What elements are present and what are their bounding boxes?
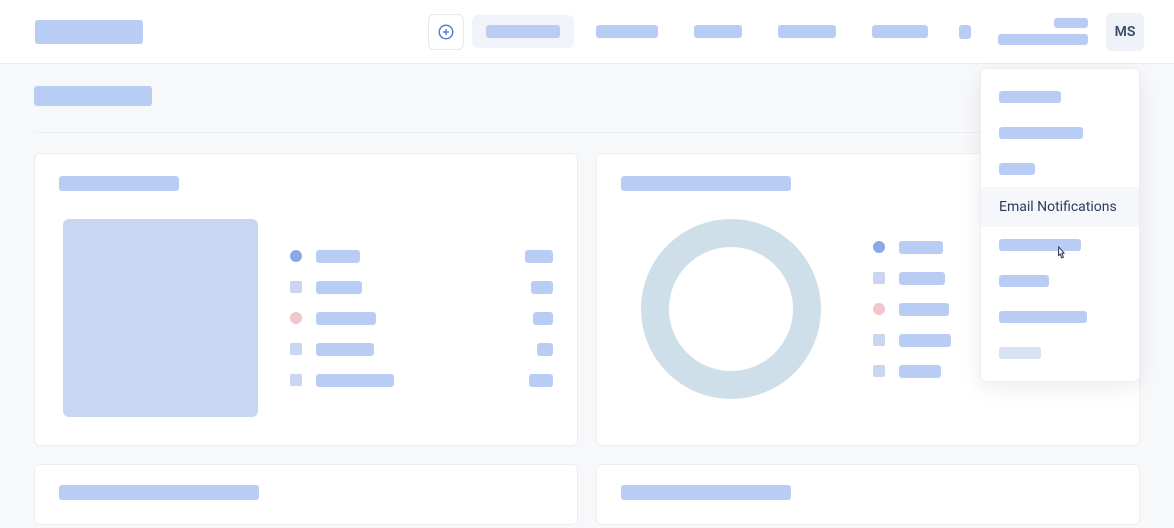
legend-marker [873, 334, 885, 346]
divider [34, 132, 1140, 133]
menu-item-label [999, 311, 1087, 323]
top-bar: MS [0, 0, 1174, 64]
legend-value [529, 374, 553, 387]
avatar-initials: MS [1115, 24, 1136, 40]
menu-item-label: Email Notifications [999, 199, 1117, 215]
nav-item-label [486, 25, 560, 38]
bell-icon [959, 25, 971, 39]
user-info[interactable] [998, 18, 1088, 45]
menu-item-label [999, 91, 1061, 103]
user-menu-dropdown: Email Notifications [980, 68, 1140, 382]
legend-marker [873, 241, 885, 253]
nav-item-label [778, 25, 836, 38]
nav-item-2[interactable] [680, 15, 756, 48]
nav-items: MS [428, 13, 1144, 51]
legend-marker [290, 312, 302, 324]
legend-label [899, 272, 945, 285]
chart-placeholder [63, 219, 258, 417]
legend-marker [873, 272, 885, 284]
user-menu-item-7[interactable] [981, 335, 1139, 371]
legend-value [525, 250, 553, 263]
chart-legend [290, 250, 553, 387]
legend-label [899, 241, 943, 254]
legend-row [290, 343, 553, 356]
plus-icon [437, 23, 455, 41]
page-content: Email Notifications [0, 64, 1174, 525]
user-menu-item-4[interactable] [981, 227, 1139, 263]
legend-label [316, 281, 362, 294]
panel-right [596, 464, 1140, 525]
legend-label [316, 312, 376, 325]
legend-row [290, 374, 553, 387]
user-menu-item-2[interactable] [981, 151, 1139, 187]
user-avatar[interactable]: MS [1106, 13, 1144, 51]
legend-marker [290, 343, 302, 355]
card-title [621, 176, 791, 191]
legend-marker [290, 281, 302, 293]
legend-marker [873, 303, 885, 315]
legend-row [290, 312, 553, 325]
donut-chart [641, 219, 821, 399]
legend-value [533, 312, 553, 325]
legend-label [316, 343, 374, 356]
user-menu-item-1[interactable] [981, 115, 1139, 151]
app-logo[interactable] [35, 20, 143, 44]
legend-marker [290, 374, 302, 386]
menu-item-label [999, 347, 1041, 359]
legend-label [899, 303, 949, 316]
notification-button[interactable] [950, 17, 980, 47]
nav-item-0[interactable] [472, 15, 574, 48]
legend-row [290, 250, 553, 263]
legend-value [537, 343, 553, 356]
menu-item-label [999, 127, 1083, 139]
legend-row [290, 281, 553, 294]
legend-marker [290, 250, 302, 262]
user-menu-item-5[interactable] [981, 263, 1139, 299]
add-button[interactable] [428, 14, 464, 50]
nav-item-4[interactable] [858, 15, 942, 48]
user-name [1054, 18, 1088, 28]
legend-label [316, 250, 360, 263]
user-role [998, 34, 1088, 45]
nav-item-label [872, 25, 928, 38]
cards-row-2 [34, 464, 1140, 525]
card-title [59, 176, 179, 191]
card-title [59, 485, 259, 500]
user-menu-item-0[interactable] [981, 79, 1139, 115]
cards-row [34, 153, 1140, 446]
menu-item-label [999, 275, 1049, 287]
legend-label [899, 365, 941, 378]
nav-item-label [694, 25, 742, 38]
nav-item-3[interactable] [764, 15, 850, 48]
card-title [621, 485, 791, 500]
user-menu-item-3[interactable]: Email Notifications [981, 187, 1139, 227]
user-menu-item-6[interactable] [981, 299, 1139, 335]
menu-item-label [999, 239, 1081, 251]
legend-value [531, 281, 553, 294]
page-title [34, 86, 152, 106]
stats-card-left [34, 153, 578, 446]
panel-left [34, 464, 578, 525]
nav-item-label [596, 25, 658, 38]
legend-marker [873, 365, 885, 377]
nav-item-1[interactable] [582, 15, 672, 48]
legend-label [316, 374, 394, 387]
legend-label [899, 334, 951, 347]
menu-item-label [999, 163, 1035, 175]
